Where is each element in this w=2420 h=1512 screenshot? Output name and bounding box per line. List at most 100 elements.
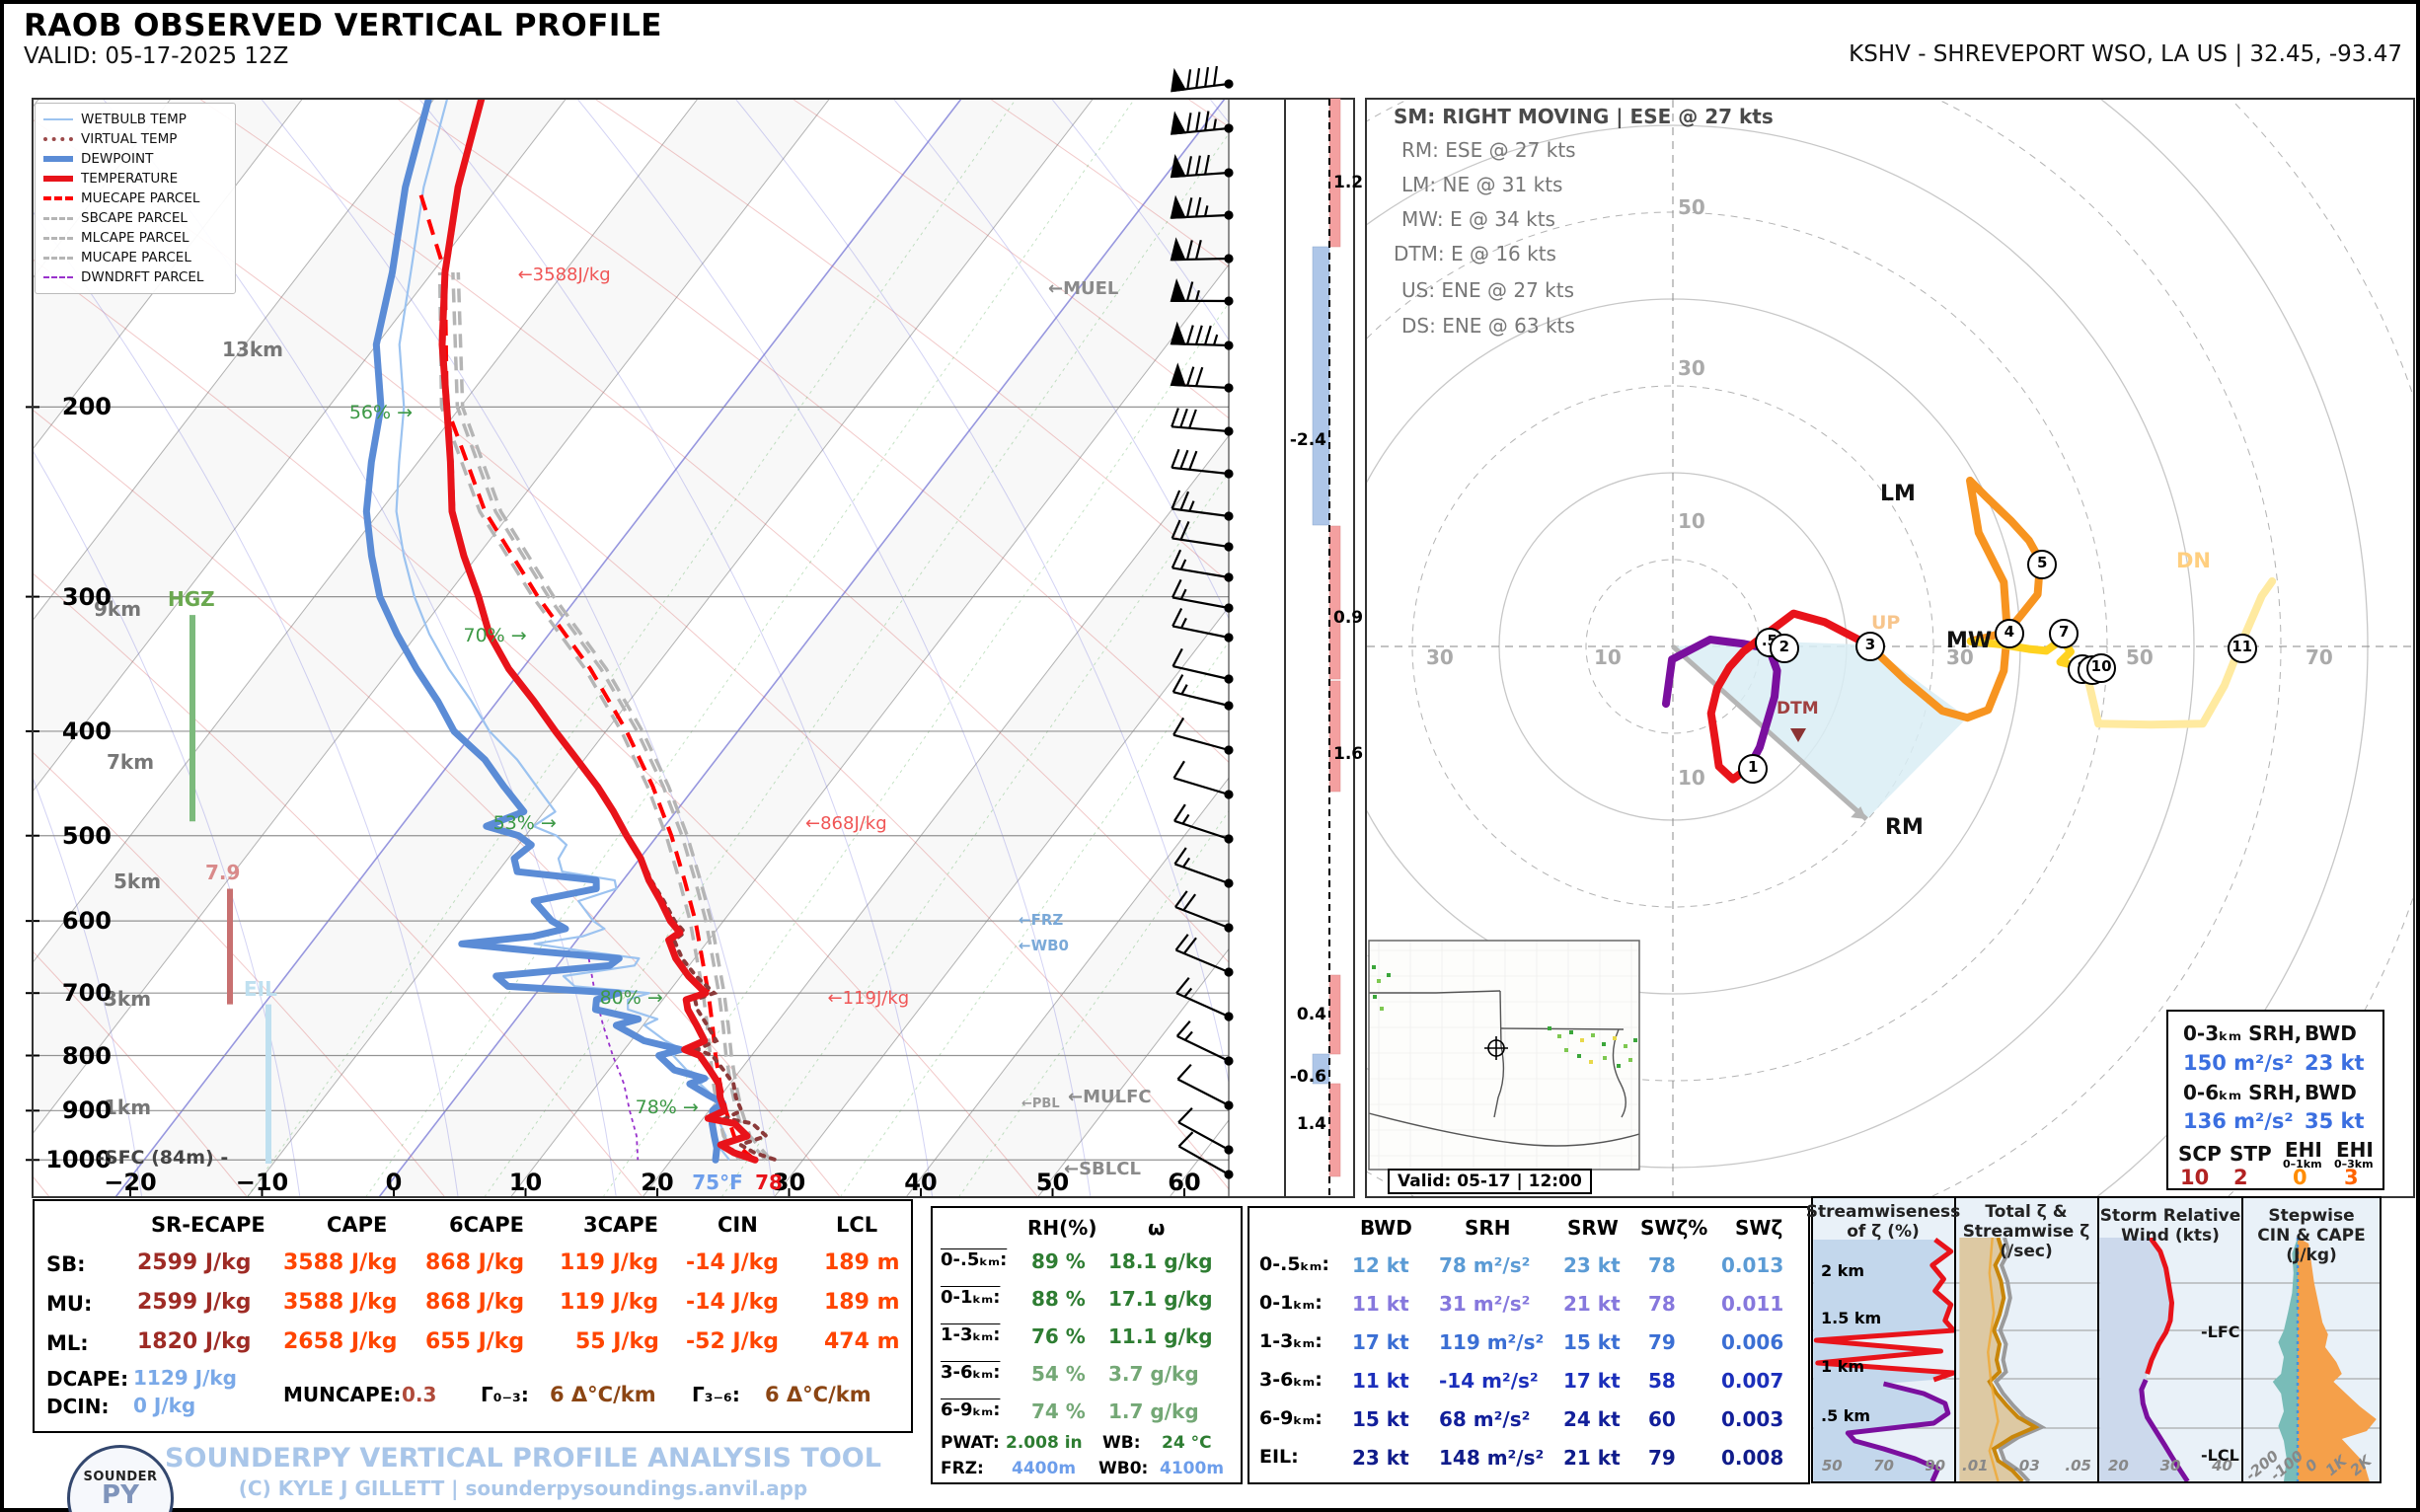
muncape-label: MUNCAPE:	[283, 1383, 402, 1406]
rh-annotation: 56% →	[348, 402, 414, 424]
mini-xtick: 20	[2108, 1457, 2129, 1474]
mu-lcl: 189 m	[824, 1290, 900, 1315]
mini-xtick: 70	[1873, 1457, 1894, 1474]
shear-row-label: 6-9ₖₘ:	[1259, 1407, 1323, 1429]
frz-value: 4400m	[1012, 1459, 1077, 1478]
hodo-label-dn: DN	[2176, 549, 2212, 572]
rh-value: 54 %	[1031, 1362, 1086, 1386]
logo-py-letters: PY	[102, 1480, 139, 1510]
temp-axis-tick: 50	[1035, 1169, 1070, 1196]
ehi-0-1-value: 0	[2293, 1166, 2307, 1189]
shear-cell: 12 kt	[1352, 1253, 1409, 1277]
dcape-value: 1129 J/kg	[133, 1366, 237, 1390]
mu-srecape: 2599 J/kg	[137, 1290, 252, 1315]
hodo-ring-label: 10	[1678, 509, 1705, 533]
mini-ytick: 2 km	[1821, 1261, 1865, 1280]
virtualtemp-line-icon	[43, 137, 73, 141]
wind-barb	[1171, 408, 1234, 436]
shear-cell: 78 m²/s²	[1439, 1253, 1531, 1277]
ml-6cape: 655 J/kg	[425, 1329, 525, 1354]
srh-header: SRH	[1465, 1216, 1511, 1240]
mini-xtick: 90	[1925, 1457, 1946, 1474]
row-label-mu: MU:	[46, 1292, 93, 1316]
lcl-label: -LCL	[2201, 1446, 2239, 1465]
bwd-0-3-label: BWD	[2305, 1021, 2357, 1045]
mini-title: Streamwiseness	[1805, 1202, 1961, 1222]
muecape-line-icon	[43, 196, 73, 200]
rh-annotation: 53% →	[492, 812, 557, 835]
page-title: RAOB OBSERVED VERTICAL PROFILE	[24, 8, 662, 43]
hodo-marker-1: 1	[1738, 754, 1769, 785]
temp-axis-tick: −10	[235, 1169, 289, 1196]
hodo-label-lm: LM	[1880, 482, 1916, 506]
sb-6cape: 868 J/kg	[425, 1250, 525, 1275]
mini-title: Stepwise	[2268, 1206, 2355, 1226]
hodo-label-mw: MW	[1946, 629, 1993, 653]
pressure-label: 600	[61, 907, 112, 936]
level-annotation: ←WB0	[1019, 936, 1069, 954]
gamma-3-6-value: 6 Δ°C/km	[765, 1383, 871, 1406]
rh-value: 74 %	[1031, 1399, 1086, 1423]
inset-map	[1369, 941, 1639, 1170]
hodo-marker-7: 7	[2049, 619, 2080, 649]
dcape-label: DCAPE:	[46, 1367, 129, 1391]
hodo-ring-label: 50	[2126, 645, 2154, 669]
pressure-label: 400	[61, 717, 112, 745]
omega-label: -2.4	[1289, 430, 1326, 450]
footer-line2: (C) KYLE J GILLETT | sounderpysoundings.…	[238, 1476, 808, 1500]
hodo-marker-11: 11	[2227, 634, 2257, 663]
shear-cell: 15 kt	[1563, 1330, 1621, 1354]
wind-barb	[1170, 321, 1234, 350]
shear-cell: 23 kt	[1563, 1253, 1621, 1277]
ml-srecape: 1820 J/kg	[137, 1329, 252, 1354]
level-annotation: ←FRZ	[1019, 911, 1064, 930]
temp-axis-tick: 0	[385, 1169, 403, 1196]
pwat-label: PWAT:	[941, 1433, 1000, 1453]
mini-title: of ζ (%)	[1847, 1222, 1920, 1242]
srh-0-6-label: 0-6ₖₘ SRH,	[2183, 1081, 2303, 1104]
frz-label: FRZ:	[941, 1459, 984, 1478]
gamma-0-3-value: 6 Δ°C/km	[550, 1383, 656, 1406]
hodo-ring-label: 10	[1678, 766, 1705, 790]
temp-axis-tick: 20	[641, 1169, 674, 1196]
w-value: 1.7 g/kg	[1108, 1399, 1199, 1423]
hodo-marker-5: 5	[2027, 549, 2058, 579]
omega-label: 1.6	[1333, 744, 1364, 764]
omega-header: ω	[1148, 1216, 1166, 1240]
legend-label: TEMPERATURE	[81, 171, 179, 187]
storm-motion-rm: RM: ESE @ 27 kts	[1401, 138, 1576, 162]
gamma-3-6-label: Γ₃₋₆:	[692, 1383, 740, 1406]
rh-value: 89 %	[1031, 1249, 1086, 1273]
cape-annotation: ←3588J/kg	[517, 265, 611, 286]
bwd-0-6-value: 35 kt	[2305, 1109, 2365, 1133]
rh-row-label: 3-6ₖₘ:	[941, 1362, 1001, 1383]
wind-barb	[1172, 760, 1234, 799]
shear-cell: 0.006	[1721, 1330, 1784, 1354]
bwd-0-3-value: 23 kt	[2305, 1051, 2365, 1075]
shear-cell: 24 kt	[1563, 1407, 1621, 1431]
shear-row-label: 0-1ₖₘ:	[1259, 1292, 1323, 1314]
hodo-ring-label: 50	[1678, 195, 1705, 219]
pressure-label: 800	[61, 1041, 112, 1070]
shear-cell: 0.013	[1721, 1253, 1784, 1277]
sb-cape: 3588 J/kg	[283, 1250, 398, 1275]
cape-annotation: ←868J/kg	[805, 813, 887, 835]
rh-row-label: 1-3ₖₘ:	[941, 1324, 1001, 1345]
mu-6cape: 868 J/kg	[425, 1290, 525, 1315]
shear-row-label: 0-.5ₖₘ:	[1259, 1253, 1330, 1275]
pressure-label: 500	[61, 821, 112, 850]
stp-value: 2	[2233, 1166, 2248, 1189]
dewpoint-line-icon	[43, 156, 73, 162]
shear-cell: 0.008	[1721, 1446, 1784, 1470]
w-value: 3.7 g/kg	[1108, 1362, 1199, 1386]
storm-motion-dtm: DTM: E @ 16 kts	[1394, 242, 1556, 265]
shear-table: BWD SRH SRW SWζ% SWζ 0-.5ₖₘ: 12 kt 78 m²/s…	[1248, 1206, 1810, 1484]
hodo-marker-3: 3	[1855, 632, 1885, 662]
gamma-0-3-label: Γ₀₋₃:	[481, 1383, 529, 1406]
rh-row-label: 6-9ₖₘ:	[941, 1399, 1001, 1420]
height-label: 13km	[222, 338, 283, 362]
shear-cell: 60	[1648, 1407, 1676, 1431]
wind-barb	[1175, 1020, 1234, 1066]
scp-label: SCP	[2178, 1142, 2222, 1166]
row-label-ml: ML:	[46, 1331, 89, 1355]
